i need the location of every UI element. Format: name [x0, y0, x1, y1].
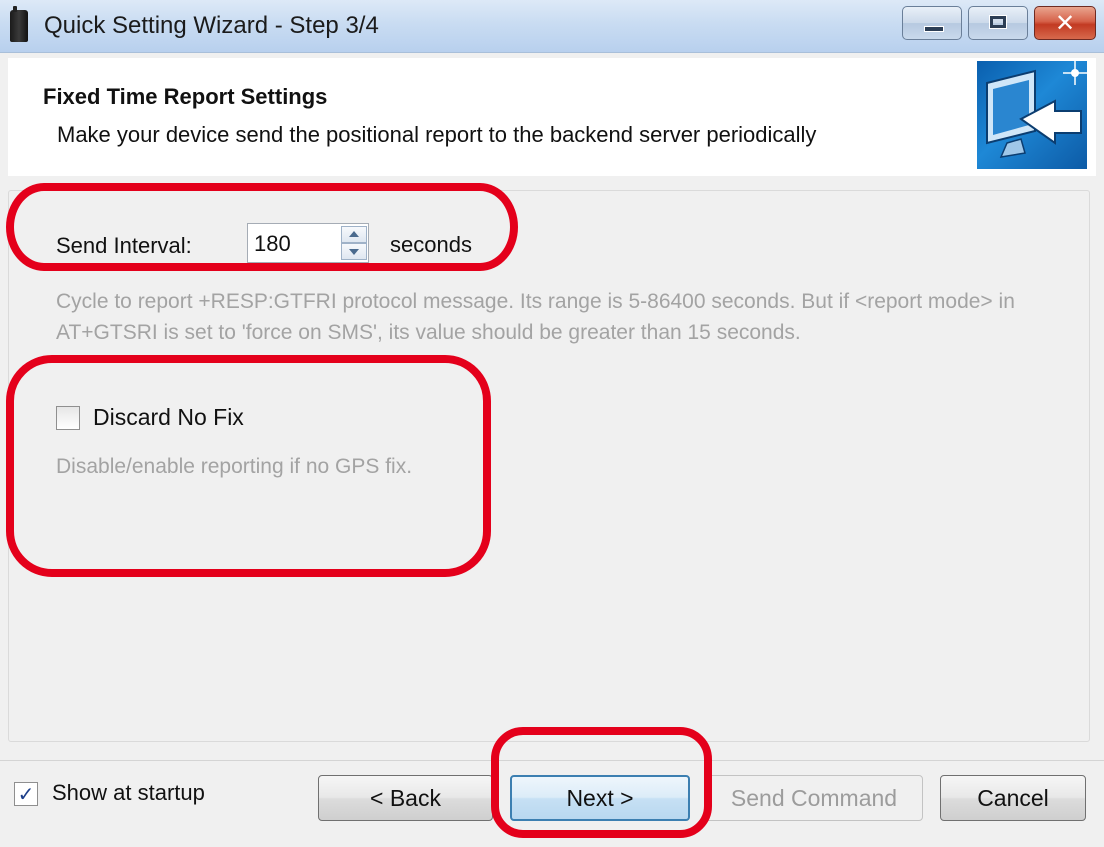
minimize-icon: [924, 26, 944, 32]
maximize-icon: [989, 15, 1007, 29]
red-highlight-send-interval: [6, 183, 518, 271]
monitor-arrow-graphic: [986, 61, 1087, 158]
page-title: Fixed Time Report Settings: [43, 84, 328, 109]
back-button[interactable]: < Back: [318, 775, 493, 821]
window-title: Quick Setting Wizard - Step 3/4: [44, 12, 379, 39]
red-highlight-discard-no-fix: [6, 355, 491, 577]
monitor-arrow-icon: [977, 61, 1087, 169]
show-at-startup-checkbox[interactable]: ✓: [14, 782, 38, 806]
send-interval-help: Cycle to report +RESP:GTFRI protocol mes…: [56, 290, 1015, 344]
page-description: Make your device send the positional rep…: [57, 122, 817, 147]
red-highlight-next-button: [491, 727, 712, 838]
title-bar[interactable]: Quick Setting Wizard - Step 3/4 ✕: [0, 0, 1104, 53]
maximize-button[interactable]: [968, 6, 1028, 40]
app-device-icon: [10, 6, 28, 42]
minimize-button[interactable]: [902, 6, 962, 40]
show-at-startup-label[interactable]: Show at startup: [52, 780, 205, 806]
cancel-button[interactable]: Cancel: [940, 775, 1086, 821]
close-button[interactable]: ✕: [1034, 6, 1096, 40]
close-icon: ✕: [1054, 9, 1076, 37]
wizard-window: Quick Setting Wizard - Step 3/4 ✕ Fixed …: [0, 0, 1104, 847]
wizard-header: Fixed Time Report Settings Make your dev…: [8, 58, 1096, 176]
send-command-button[interactable]: Send Command: [705, 775, 923, 821]
